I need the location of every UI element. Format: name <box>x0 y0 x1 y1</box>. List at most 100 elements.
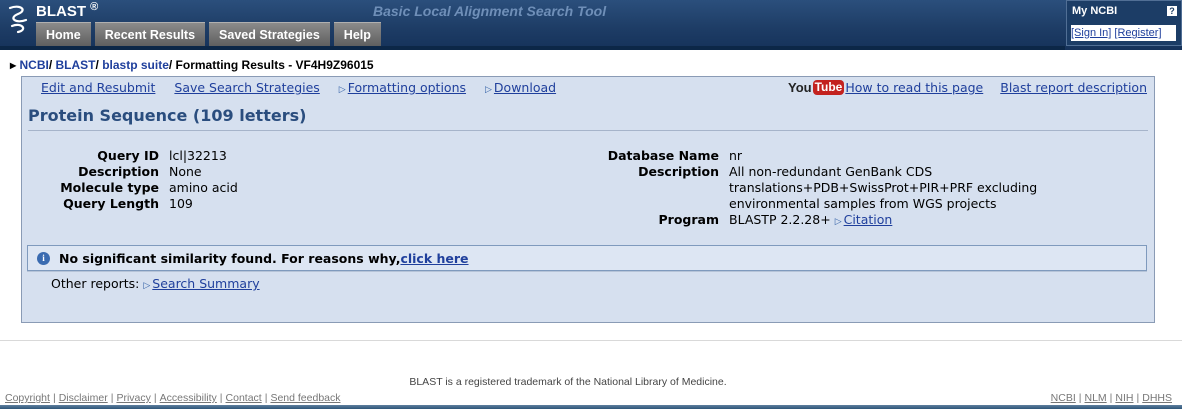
nlm-link[interactable]: NLM <box>1085 392 1107 404</box>
formatting-options-toggle[interactable]: ▷ Formatting options <box>339 80 466 95</box>
trademark-notice: BLAST is a registered trademark of the N… <box>409 376 727 388</box>
download-toggle[interactable]: ▷ Download <box>485 80 556 95</box>
program-value-wrap: BLASTP 2.2.28+ ▷ Citation <box>729 212 1039 230</box>
edit-resubmit-link[interactable]: Edit and Resubmit <box>41 80 155 95</box>
description-row: Description None <box>22 164 479 180</box>
registered-mark: ® <box>90 1 99 13</box>
how-to-read-link[interactable]: How to read this page <box>845 80 983 95</box>
download-link[interactable]: Download <box>494 80 556 95</box>
no-results-notice: i No significant similarity found. For r… <box>27 245 1147 271</box>
footer-separator: | <box>264 392 268 404</box>
brand-name[interactable]: BLAST ® <box>36 1 98 20</box>
nav-tab-recent-results[interactable]: Recent Results <box>94 22 206 47</box>
save-search-strategies-link[interactable]: Save Search Strategies <box>174 80 319 95</box>
program-label: Program <box>658 212 720 227</box>
my-ncbi-title: My NCBI <box>1072 5 1118 17</box>
molecule-type-value: amino acid <box>169 180 238 195</box>
ncbi-link[interactable]: NCBI <box>1051 392 1076 404</box>
breadcrumb-blastp-suite[interactable]: blastp suite <box>102 58 169 72</box>
database-name-label: Database Name <box>607 148 719 163</box>
main-nav: Home Recent Results Saved Strategies Hel… <box>36 22 381 47</box>
query-length-label: Query Length <box>63 196 159 211</box>
site-header: BLAST ® Basic Local Alignment Search Too… <box>0 0 1182 50</box>
divider <box>28 130 1148 131</box>
database-name-value: nr <box>729 148 743 163</box>
breadcrumb-separator: / <box>48 58 56 72</box>
search-summary-link[interactable]: Search Summary <box>152 276 259 291</box>
nav-tab-home[interactable]: Home <box>36 22 91 47</box>
molecule-type-label: Molecule type <box>60 180 159 195</box>
expand-triangle-icon: ▷ <box>143 281 151 291</box>
tool-title: Basic Local Alignment Search Tool <box>373 3 607 19</box>
disclaimer-link[interactable]: Disclaimer <box>59 392 108 404</box>
nih-link[interactable]: NIH <box>1115 392 1133 404</box>
other-reports-label: Other reports: <box>51 276 140 291</box>
click-here-link[interactable]: click here <box>400 251 468 266</box>
citation-link[interactable]: Citation <box>844 212 893 227</box>
notice-message: No significant similarity found. For rea… <box>59 251 469 266</box>
database-description-label: Description <box>638 164 719 179</box>
query-length-row: Query Length 109 <box>22 196 479 212</box>
nav-tab-saved-strategies[interactable]: Saved Strategies <box>209 22 330 47</box>
dhhs-link[interactable]: DHHS <box>1142 392 1172 404</box>
footer-links-right: NCBI | NLM | NIH | DHHS <box>1051 392 1172 404</box>
program-row: Program BLASTP 2.2.28+ ▷ Citation <box>577 212 1039 230</box>
query-id-label: Query ID <box>97 148 159 163</box>
footer-separator: | <box>1109 392 1113 404</box>
my-ncbi-panel: My NCBI ? [Sign In] [Register] <box>1066 0 1182 46</box>
expand-triangle-icon: ▷ <box>834 217 842 227</box>
notice-text: No significant similarity found. For rea… <box>59 251 401 266</box>
nav-tab-help[interactable]: Help <box>333 22 381 47</box>
database-info: Database Name nr Description All non-red… <box>577 148 1039 230</box>
youtube-you-text: You <box>787 80 812 95</box>
database-name-row: Database Name nr <box>577 148 1039 164</box>
query-info: Query ID lcl|32213 Description None Mole… <box>22 148 479 212</box>
page-title: Protein Sequence (109 letters) <box>28 106 307 125</box>
database-description-row: Description All non-redundant GenBank CD… <box>577 164 1039 212</box>
sign-in-link[interactable]: [Sign In] <box>1071 27 1111 39</box>
footer-divider <box>0 340 1182 341</box>
info-icon: i <box>37 252 50 265</box>
database-description-value: All non-redundant GenBank CDS translatio… <box>729 164 1038 211</box>
help-icon[interactable]: ? <box>1167 6 1177 16</box>
copyright-link[interactable]: Copyright <box>5 392 50 404</box>
footer-separator: | <box>219 392 223 404</box>
breadcrumb-separator: / <box>168 58 176 72</box>
my-ncbi-links: [Sign In] [Register] <box>1071 25 1176 41</box>
youtube-icon[interactable]: You Tube <box>787 80 845 95</box>
youtube-tube-text: Tube <box>812 80 845 95</box>
expand-triangle-icon: ▷ <box>338 85 346 95</box>
help-links: You Tube How to read this page Blast repo… <box>788 80 1147 95</box>
other-reports: Other reports: ▷ Search Summary <box>51 276 260 291</box>
blast-logo-icon[interactable] <box>6 2 32 38</box>
results-panel: Edit and Resubmit Save Search Strategies… <box>21 76 1155 323</box>
query-id-row: Query ID lcl|32213 <box>22 148 479 164</box>
contact-link[interactable]: Contact <box>226 392 262 404</box>
description-label: Description <box>78 164 159 179</box>
footer-separator: | <box>110 392 114 404</box>
molecule-type-row: Molecule type amino acid <box>22 180 479 196</box>
privacy-link[interactable]: Privacy <box>116 392 150 404</box>
header-stripe <box>0 46 1065 50</box>
query-length-value: 109 <box>169 196 193 211</box>
footer-separator: | <box>153 392 157 404</box>
footer-separator: | <box>52 392 56 404</box>
breadcrumb-blast[interactable]: BLAST <box>56 58 96 72</box>
breadcrumb-current: Formatting Results - VF4H9Z96015 <box>175 58 374 72</box>
footer-bar <box>0 405 1182 409</box>
breadcrumb: ▶ NCBI/ BLAST/ blastp suite/ Formatting … <box>10 58 374 72</box>
results-toolbar: Edit and Resubmit Save Search Strategies… <box>41 80 571 95</box>
footer-separator: | <box>1078 392 1082 404</box>
breadcrumb-ncbi[interactable]: NCBI <box>20 58 49 72</box>
description-value: None <box>169 164 202 179</box>
register-link[interactable]: [Register] <box>1114 27 1161 39</box>
brand-text: BLAST <box>36 3 86 20</box>
send-feedback-link[interactable]: Send feedback <box>270 392 340 404</box>
formatting-options-link[interactable]: Formatting options <box>348 80 466 95</box>
expand-triangle-icon: ▷ <box>485 85 492 95</box>
footer-links-left: Copyright | Disclaimer | Privacy | Accessibili… <box>5 392 341 404</box>
report-description-link[interactable]: Blast report description <box>1000 80 1147 95</box>
accessibility-link[interactable]: Accessibility <box>160 392 217 404</box>
program-value: BLASTP 2.2.28+ <box>729 212 831 227</box>
breadcrumb-arrow-icon: ▶ <box>10 61 17 70</box>
